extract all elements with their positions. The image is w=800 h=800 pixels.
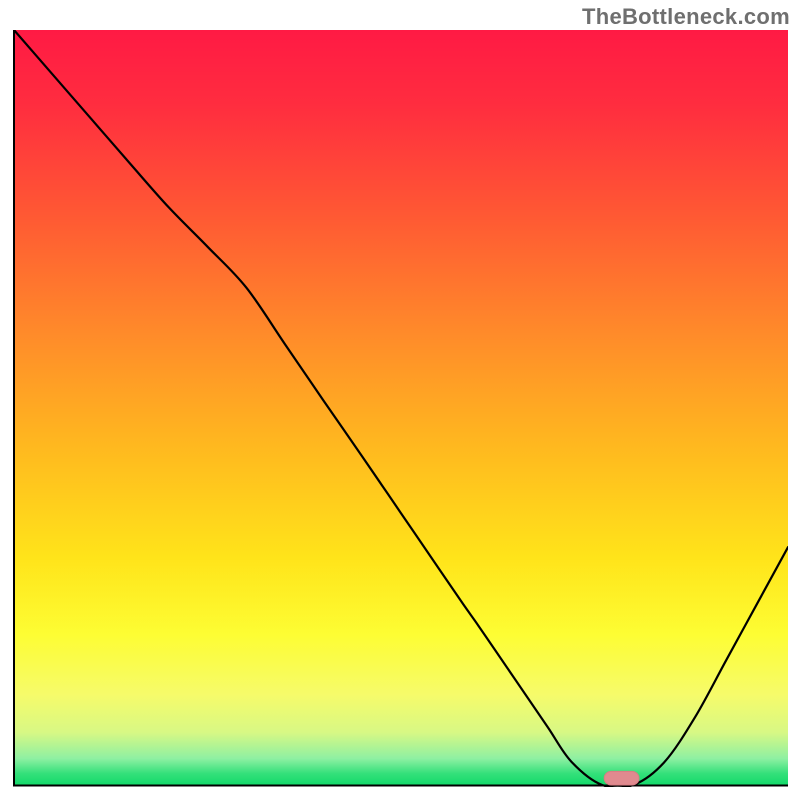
- plot-area: [13, 30, 788, 787]
- chart-container: TheBottleneck.com: [0, 0, 800, 800]
- chart-svg: [13, 30, 788, 787]
- gradient-background: [14, 30, 788, 785]
- watermark-text: TheBottleneck.com: [582, 4, 790, 30]
- optimal-marker: [604, 771, 639, 785]
